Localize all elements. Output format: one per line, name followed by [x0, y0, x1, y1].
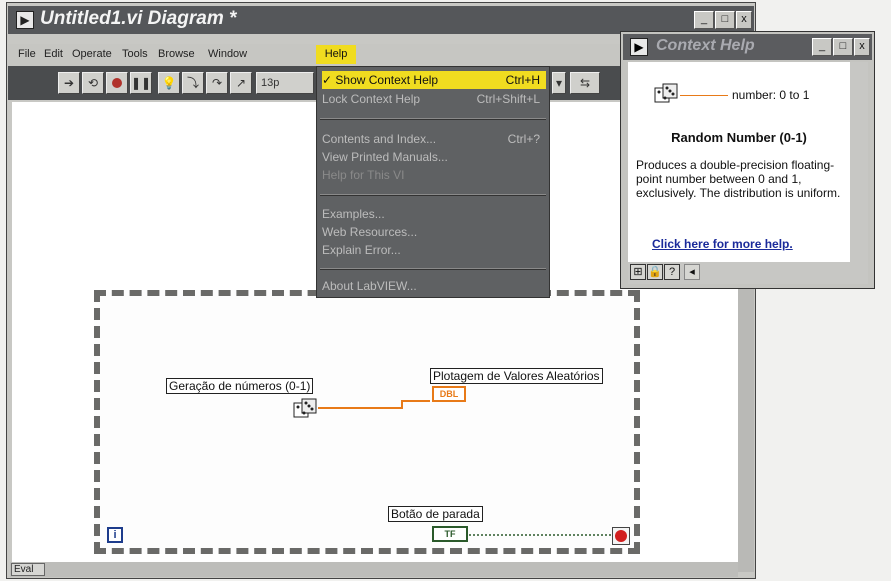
menu-item-show-context-help[interactable]: ✓ Show Context Help Ctrl+H: [322, 71, 546, 89]
menu-item-about-labview[interactable]: About LabVIEW...: [322, 277, 546, 295]
function-name: Random Number (0-1): [671, 130, 807, 145]
stop-button-label[interactable]: Botão de parada: [388, 506, 483, 522]
labview-vi-icon: ▶: [16, 11, 34, 29]
menu-item-web-resources[interactable]: Web Resources...: [322, 223, 546, 241]
help-question-icon[interactable]: ?: [664, 264, 680, 280]
while-loop[interactable]: [94, 290, 640, 554]
random-number-label[interactable]: Geração de números (0-1): [166, 378, 314, 394]
close-button[interactable]: x: [736, 11, 752, 29]
menu-item-label: Examples...: [322, 207, 385, 221]
horizontal-scrollbar[interactable]: [10, 562, 738, 577]
menu-separator: [320, 268, 546, 270]
menu-item-label: Lock Context Help: [322, 92, 421, 106]
minimize-button[interactable]: _: [694, 11, 714, 29]
lock-icon[interactable]: 🔒: [647, 264, 663, 280]
tf-terminal[interactable]: TF: [432, 526, 468, 542]
distribute-objects-icon[interactable]: ⇆: [570, 72, 600, 94]
scroll-left-icon[interactable]: ◂: [684, 264, 700, 280]
menu-item-label: ✓ Show Context Help: [322, 73, 439, 87]
menu-item-shortcut: Ctrl+Shift+L: [476, 92, 540, 106]
simple-view-icon[interactable]: ⊞: [630, 264, 646, 280]
step-into-icon[interactable]: ⤵: [182, 72, 204, 94]
plot-label[interactable]: Plotagem de Valores Aleatórios: [430, 368, 603, 384]
menu-item-view-printed-manuals[interactable]: View Printed Manuals...: [322, 148, 546, 166]
menu-item-label: Web Resources...: [322, 225, 418, 239]
dice-icon: [654, 83, 678, 103]
run-continuously-icon[interactable]: ⟲: [82, 72, 104, 94]
context-help-scrollbar[interactable]: [850, 62, 868, 262]
menu-item-help-for-this-vi[interactable]: Help for This VI: [322, 166, 546, 184]
menu-window[interactable]: Window: [208, 48, 247, 60]
more-help-link[interactable]: Click here for more help.: [652, 237, 793, 251]
align-dropdown-arrow-icon[interactable]: ▾: [552, 72, 566, 94]
step-over-icon[interactable]: ↷: [206, 72, 228, 94]
eval-tab[interactable]: Eval: [11, 563, 45, 576]
boolean-wire[interactable]: [469, 532, 611, 538]
menu-item-label: Help for This VI: [322, 168, 405, 182]
context-help-title: Context Help: [656, 37, 755, 54]
abort-icon[interactable]: [106, 72, 128, 94]
context-help-window-icon: ▶: [630, 38, 648, 56]
menu-edit[interactable]: Edit: [44, 48, 63, 60]
menu-browse[interactable]: Browse: [158, 48, 195, 60]
connector-label: number: 0 to 1: [732, 88, 810, 102]
iteration-terminal[interactable]: i: [107, 527, 123, 543]
context-help-minimize-button[interactable]: _: [812, 38, 832, 56]
menu-item-shortcut: Ctrl+?: [507, 132, 540, 146]
menu-separator: [320, 118, 546, 120]
menu-item-label: Contents and Index...: [322, 132, 437, 146]
window-title: Untitled1.vi Diagram *: [40, 8, 237, 29]
context-help-close-button[interactable]: x: [854, 38, 870, 56]
dbl-terminal[interactable]: DBL: [432, 386, 466, 402]
menu-file[interactable]: File: [18, 48, 36, 60]
menu-separator: [320, 194, 546, 196]
menu-item-lock-context-help[interactable]: Lock Context Help Ctrl+Shift+L: [322, 90, 546, 108]
menu-item-shortcut: Ctrl+H: [505, 73, 540, 87]
stop-icon: [615, 530, 627, 542]
menu-operate[interactable]: Operate: [72, 48, 112, 60]
font-size-dropdown[interactable]: 13p: [256, 72, 314, 94]
menu-item-label: Explain Error...: [322, 243, 401, 257]
numeric-wire[interactable]: [318, 398, 430, 410]
menu-item-label: About LabVIEW...: [322, 279, 417, 293]
menu-item-contents-and-index[interactable]: Contents and Index... Ctrl+?: [322, 130, 546, 148]
connector-wire: [680, 95, 728, 96]
dice-icon[interactable]: [293, 398, 317, 422]
step-out-icon[interactable]: ↗: [230, 72, 252, 94]
pause-icon[interactable]: ❚❚: [130, 72, 152, 94]
function-description: Produces a double-precision floating-poi…: [636, 158, 841, 200]
menu-item-label: View Printed Manuals...: [322, 150, 448, 164]
menu-help[interactable]: Help: [316, 45, 356, 64]
run-arrow-icon[interactable]: ➔: [58, 72, 80, 94]
context-help-maximize-button[interactable]: □: [833, 38, 853, 56]
highlight-execution-icon[interactable]: 💡: [158, 72, 180, 94]
maximize-button[interactable]: □: [715, 11, 735, 29]
menu-item-examples[interactable]: Examples...: [322, 205, 546, 223]
menu-tools[interactable]: Tools: [122, 48, 148, 60]
menu-item-explain-error[interactable]: Explain Error...: [322, 241, 546, 259]
